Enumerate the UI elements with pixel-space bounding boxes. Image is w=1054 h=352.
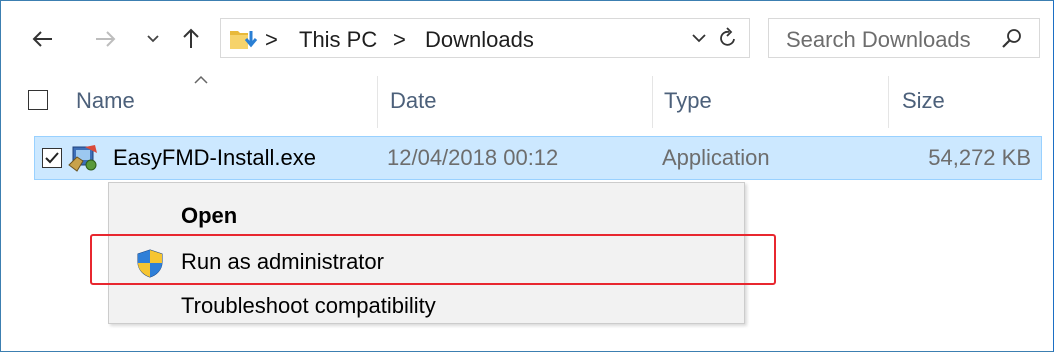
file-name[interactable]: EasyFMD-Install.exe — [113, 145, 316, 171]
back-arrow-icon — [32, 31, 52, 47]
highlight-box — [90, 234, 776, 285]
column-header-date[interactable]: Date — [390, 88, 436, 114]
file-date: 12/04/2018 00:12 — [387, 145, 559, 170]
breadcrumb-this-pc[interactable]: This PC — [299, 27, 377, 53]
sort-ascending-icon — [193, 72, 209, 90]
refresh-icon[interactable] — [718, 27, 738, 54]
column-divider[interactable] — [652, 76, 653, 128]
up-arrow-icon — [183, 28, 199, 48]
address-history-chevron-icon[interactable] — [691, 28, 707, 53]
column-divider[interactable] — [888, 76, 889, 128]
back-button[interactable] — [28, 24, 58, 54]
column-divider[interactable] — [377, 76, 378, 128]
up-button[interactable] — [176, 24, 206, 54]
select-all-checkbox[interactable] — [28, 90, 48, 110]
menu-item-open[interactable]: Open — [181, 203, 237, 229]
row-checkbox[interactable] — [42, 148, 62, 168]
search-icon[interactable] — [1001, 28, 1023, 55]
forward-button[interactable] — [90, 24, 120, 54]
downloads-folder-icon — [229, 27, 259, 56]
chevron-down-icon — [147, 35, 159, 43]
recent-locations-button[interactable] — [138, 24, 168, 54]
file-type: Application — [662, 145, 770, 170]
file-row[interactable]: EasyFMD-Install.exe 12/04/2018 00:12 App… — [34, 136, 1042, 180]
column-header-name[interactable]: Name — [76, 88, 135, 114]
column-header-type[interactable]: Type — [664, 88, 712, 114]
forward-arrow-icon — [96, 31, 116, 47]
breadcrumb-separator: > — [265, 27, 278, 52]
search-box[interactable]: Search Downloads — [768, 18, 1040, 58]
file-size: 54,272 KB — [928, 145, 1031, 170]
checkmark-icon — [45, 152, 59, 164]
breadcrumb-downloads[interactable]: Downloads — [425, 27, 534, 53]
search-placeholder: Search Downloads — [786, 27, 971, 52]
breadcrumb-separator: > — [393, 27, 406, 52]
column-header-size[interactable]: Size — [902, 88, 945, 114]
application-icon — [67, 143, 101, 178]
menu-item-troubleshoot-compatibility[interactable]: Troubleshoot compatibility — [181, 293, 436, 319]
address-bar[interactable]: > This PC > Downloads — [220, 18, 750, 58]
